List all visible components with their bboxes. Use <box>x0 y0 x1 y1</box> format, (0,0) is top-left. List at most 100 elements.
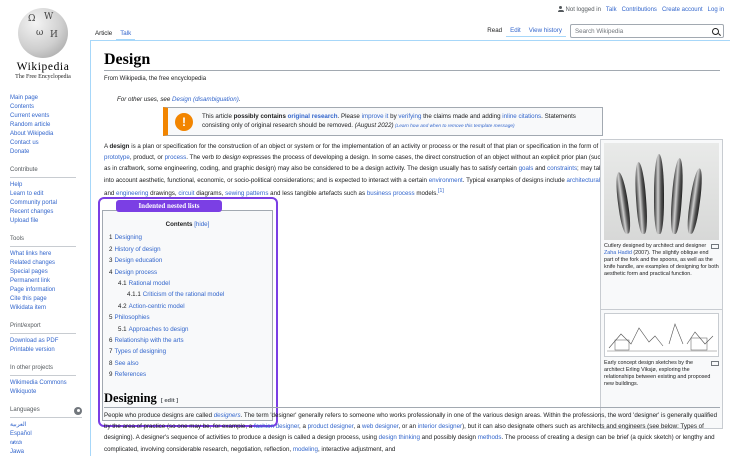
zaha-hadid-link[interactable]: Zaha Hadid <box>604 250 632 256</box>
web-designer-link[interactable]: web designer <box>362 423 398 430</box>
sidebar-item-about[interactable]: About Wikipedia <box>10 130 84 139</box>
logo-tagline: The Free Encyclopedia <box>15 74 71 80</box>
search-input[interactable]: Search Wikipedia <box>570 24 724 38</box>
caption-text: Early concept design sketches by the arc… <box>604 360 711 387</box>
reference-1-link[interactable]: [1] <box>438 188 444 194</box>
sidebar-item-main-page[interactable]: Main page <box>10 94 84 103</box>
business-process-link[interactable]: business process <box>367 190 415 197</box>
modeling-link[interactable]: modeling <box>293 446 318 453</box>
sidebar-item-lang-spanish[interactable]: Español <box>10 430 84 439</box>
tab-article[interactable]: Article <box>91 28 117 40</box>
sidebar-item-commons[interactable]: Wikimedia Commons <box>10 379 84 388</box>
disambiguation-link[interactable]: Design (disambiguation) <box>172 96 239 103</box>
lead-s11: and <box>533 165 548 173</box>
sidebar-item-lang-javanese-script[interactable]: ꦗꦮ <box>10 439 84 448</box>
create-account-link[interactable]: Create account <box>662 7 703 13</box>
sidebar-item-current-events[interactable]: Current events <box>10 112 84 121</box>
hatnote-suffix: . <box>238 96 241 103</box>
sidebar-item-recent-changes[interactable]: Recent changes <box>10 208 84 217</box>
sidebar-languages: Languages العربية Español ꦗꦮ Jawa <box>10 406 84 456</box>
gear-icon[interactable] <box>74 406 82 415</box>
lead-s17: and <box>104 189 117 197</box>
print-heading: Print/export <box>10 322 76 334</box>
architectural-link[interactable]: architectural <box>567 177 601 184</box>
languages-heading-row: Languages <box>10 406 82 418</box>
original-research-link[interactable]: original research <box>288 113 338 120</box>
goals-link[interactable]: goals <box>519 165 534 172</box>
sidebar-item-page-information[interactable]: Page information <box>10 286 84 295</box>
design-thinking-link[interactable]: design thinking <box>379 434 420 441</box>
section-edit-link[interactable]: [ edit ] <box>161 398 178 404</box>
page-title: Design <box>104 51 151 68</box>
view-tabs: Read Edit View history Search Wikipedia <box>483 24 724 38</box>
sidebar-item-cite-this-page[interactable]: Cite this page <box>10 295 84 304</box>
sidebar: Main page Contents Current events Random… <box>10 94 84 456</box>
search-icon[interactable] <box>712 27 719 35</box>
lead-bold-design: design <box>109 143 130 150</box>
tab-edit[interactable]: Edit <box>506 25 525 37</box>
lead-paragraph: A design is a plan or specification for … <box>104 141 609 199</box>
talk-link[interactable]: Talk <box>606 7 617 13</box>
magnify-icon[interactable] <box>711 244 719 249</box>
learn-remove-link[interactable]: (Learn how and when to remove this templ… <box>394 124 515 129</box>
sidebar-item-special-pages[interactable]: Special pages <box>10 268 84 277</box>
sidebar-item-wikidata-item[interactable]: Wikidata item <box>10 304 84 313</box>
sidebar-item-what-links-here[interactable]: What links here <box>10 250 84 259</box>
sidebar-item-related-changes[interactable]: Related changes <box>10 259 84 268</box>
designers-link[interactable]: designers <box>214 412 241 419</box>
lead-s15: . Typical examples of designs include <box>462 176 567 184</box>
methods-link[interactable]: methods <box>478 434 502 441</box>
inline-citations-link[interactable]: inline citations <box>502 113 541 120</box>
sidebar-item-donate[interactable]: Donate <box>10 148 84 157</box>
notice-t4: . Please <box>337 113 362 120</box>
verifying-link[interactable]: verifying <box>398 113 421 120</box>
site-sub: From Wikipedia, the free encyclopedia <box>104 76 207 82</box>
tab-talk[interactable]: Talk <box>116 28 136 40</box>
constraints-link[interactable]: constraints <box>547 165 577 172</box>
tools-heading: Tools <box>10 235 76 247</box>
designing-paragraph: People who produce designs are called de… <box>104 410 722 455</box>
process-link[interactable]: process <box>165 154 187 161</box>
notice-t2: possibly contains <box>233 113 288 120</box>
sidebar-item-permanent-link[interactable]: Permanent link <box>10 277 84 286</box>
caption-part: Cutlery designed by architect and design… <box>604 243 707 249</box>
cutlery-image[interactable] <box>604 143 719 240</box>
content-area: Design From Wikipedia, the free encyclop… <box>90 40 730 456</box>
sketch-image[interactable] <box>604 313 719 357</box>
notice-t1: This article <box>202 113 234 120</box>
not-logged-in: Not logged in <box>557 6 601 13</box>
sidebar-item-learn-to-edit[interactable]: Learn to edit <box>10 190 84 199</box>
sidebar-item-upload-file[interactable]: Upload file <box>10 217 84 226</box>
tab-read[interactable]: Read <box>483 25 507 37</box>
sidebar-item-download-pdf[interactable]: Download as PDF <box>10 337 84 346</box>
sidebar-item-lang-jawa[interactable]: Jawa <box>10 448 84 456</box>
notice-t8: the claims made and adding <box>421 113 503 120</box>
prototype-link[interactable]: prototype <box>104 154 130 161</box>
sidebar-item-contents[interactable]: Contents <box>10 103 84 112</box>
interior-designer-link[interactable]: interior designer <box>418 423 462 430</box>
improve-it-link[interactable]: improve it <box>362 113 389 120</box>
sidebar-item-help[interactable]: Help <box>10 181 84 190</box>
contributions-link[interactable]: Contributions <box>622 7 657 13</box>
environment-link[interactable]: environment <box>429 177 463 184</box>
sidebar-item-random-article[interactable]: Random article <box>10 121 84 130</box>
log-in-link[interactable]: Log in <box>708 7 724 13</box>
para-part: , a <box>353 423 363 431</box>
cutlery-piece <box>685 167 705 235</box>
sidebar-item-community-portal[interactable]: Community portal <box>10 199 84 208</box>
magnify-icon[interactable] <box>711 361 719 366</box>
engineering-link[interactable]: engineering <box>116 190 148 197</box>
sewing-patterns-link[interactable]: sewing patterns <box>225 190 268 197</box>
sidebar-item-lang-arabic[interactable]: العربية <box>10 421 84 430</box>
product-designer-link[interactable]: product designer <box>308 423 354 430</box>
notice-t6: by <box>388 113 399 120</box>
wikipedia-logo[interactable]: Ω W ω И Wikipedia The Free Encyclopedia <box>10 8 76 80</box>
lead-s7: . The verb <box>186 154 216 162</box>
sidebar-item-contact[interactable]: Contact us <box>10 139 84 148</box>
sidebar-item-printable-version[interactable]: Printable version <box>10 346 84 355</box>
notice-text: This article possibly contains original … <box>202 112 602 131</box>
tab-view-history[interactable]: View history <box>524 25 566 37</box>
fashion-designer-link[interactable]: fashion designer <box>254 423 299 430</box>
sidebar-item-wikiquote[interactable]: Wikiquote <box>10 388 84 397</box>
circuit-link[interactable]: circuit <box>178 190 194 197</box>
